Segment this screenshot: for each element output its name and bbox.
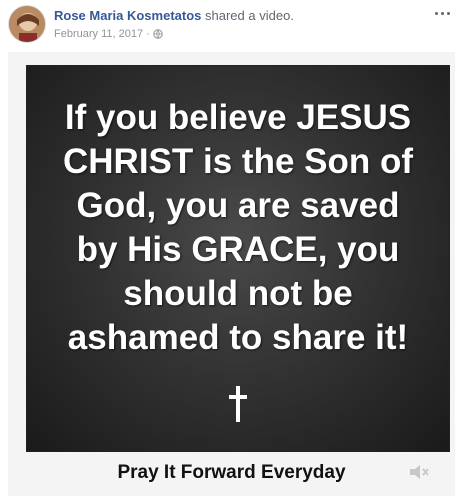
avatar[interactable] <box>8 5 46 43</box>
author-action: shared a video. <box>205 8 294 23</box>
more-options-button[interactable] <box>429 4 455 22</box>
poster-line: ashamed to share it! <box>67 318 409 357</box>
more-options-dot <box>440 11 444 15</box>
video-caption: Pray It Forward Everyday <box>117 462 346 483</box>
author-line: Rose Maria Kosmetatos shared a video. <box>54 8 294 23</box>
cross-icon <box>229 386 247 422</box>
poster-line: God, you are saved <box>76 186 400 225</box>
video-player[interactable]: If you believe JESUS CHRIST is the Son o… <box>8 52 455 496</box>
post-header: Rose Maria Kosmetatos shared a video. Fe… <box>0 0 463 56</box>
poster-line: If you believe JESUS <box>64 98 412 137</box>
post-date[interactable]: February 11, 2017 <box>54 28 143 40</box>
author-name-link[interactable]: Rose Maria Kosmetatos <box>54 8 201 23</box>
avatar-image <box>9 6 45 42</box>
more-options-dot <box>434 11 438 15</box>
poster-line: should not be <box>123 274 353 313</box>
volume-muted-icon[interactable] <box>407 460 431 484</box>
poster-line: CHRIST is the Son of <box>63 142 413 181</box>
globe-icon[interactable] <box>153 29 163 39</box>
poster-line: by His GRACE, you <box>76 230 400 269</box>
post-meta: February 11, 2017 · <box>54 28 163 40</box>
meta-separator: · <box>146 28 150 40</box>
poster-text: If you believe JESUS CHRIST is the Son o… <box>27 96 449 360</box>
more-options-dot <box>446 11 450 15</box>
video-poster[interactable]: If you believe JESUS CHRIST is the Son o… <box>27 66 449 451</box>
